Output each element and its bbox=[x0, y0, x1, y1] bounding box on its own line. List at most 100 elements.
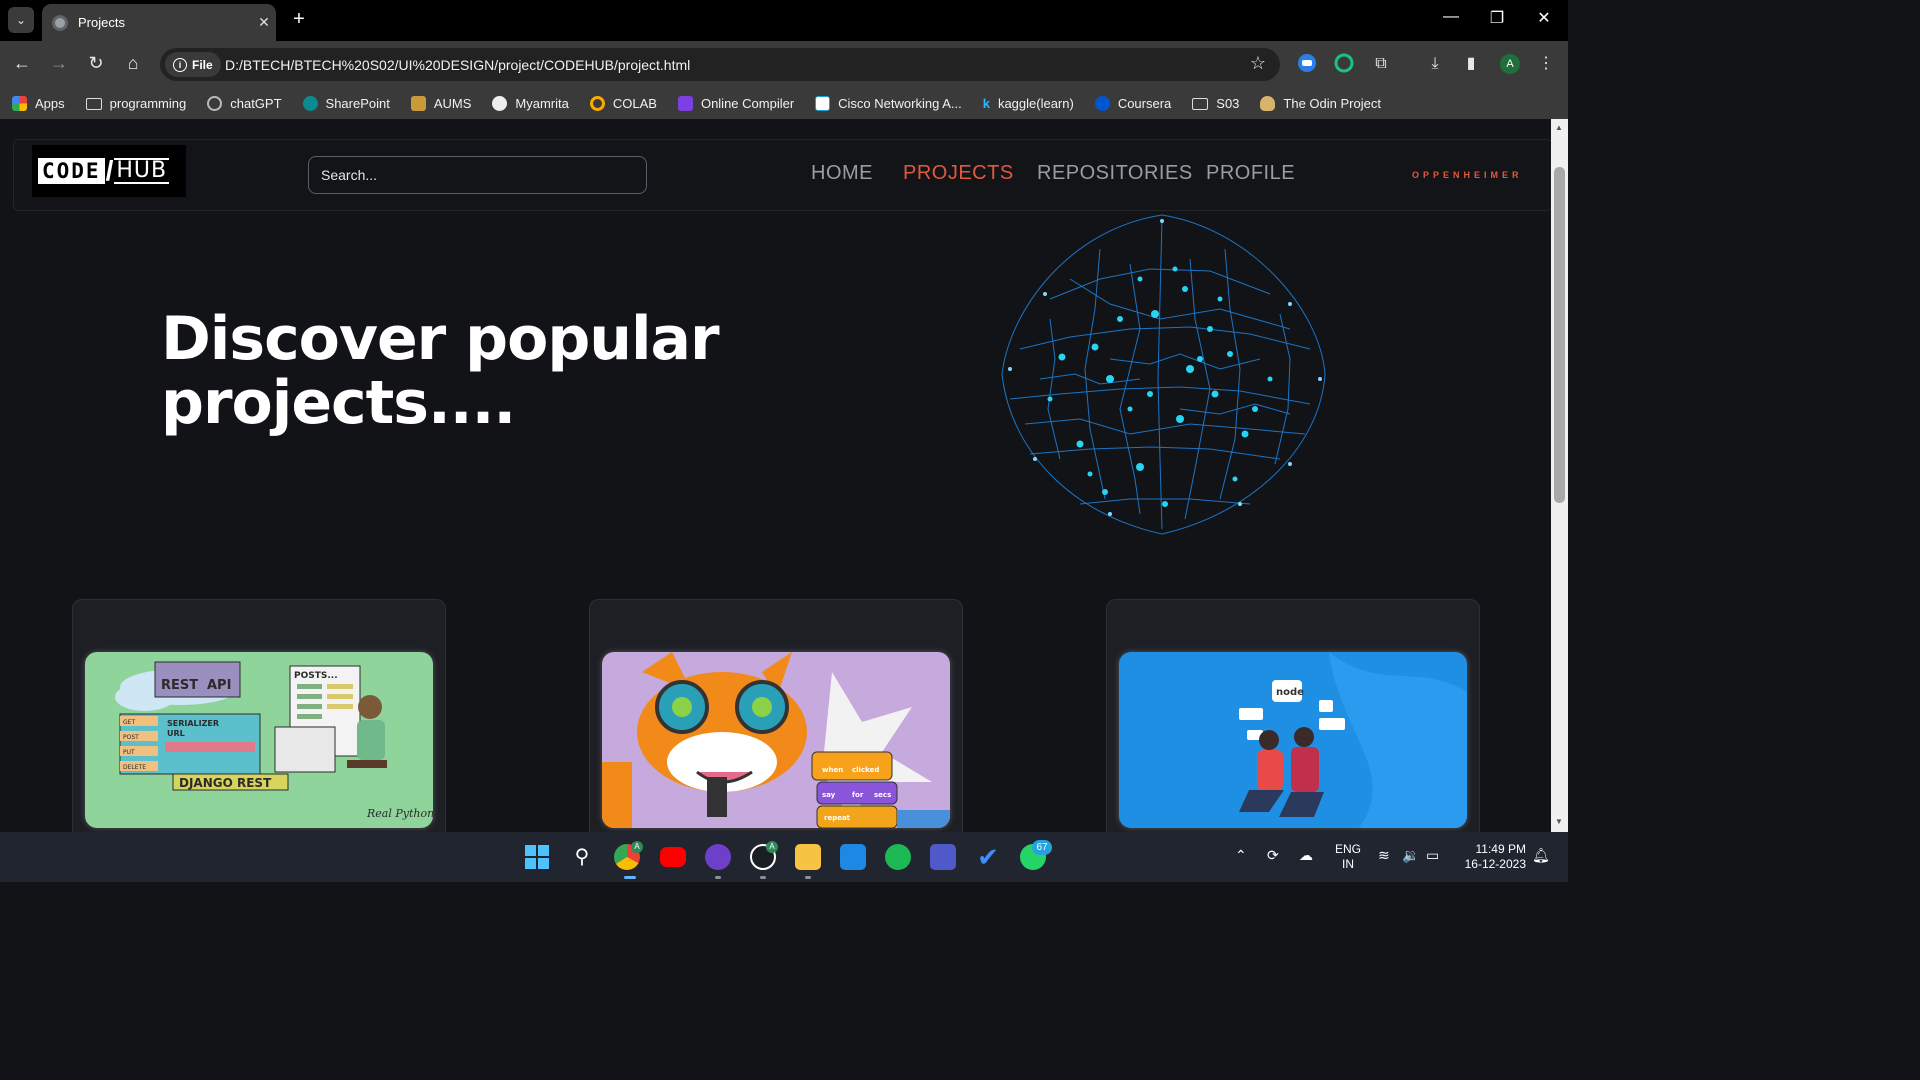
home-icon[interactable]: ⌂ bbox=[121, 53, 145, 74]
bookmark-label: Cisco Networking A... bbox=[838, 96, 962, 111]
logo-hub-text: HUB bbox=[114, 158, 170, 184]
clock[interactable]: 11:49 PM 16-12-2023 bbox=[1458, 842, 1526, 872]
scroll-thumb[interactable] bbox=[1554, 167, 1565, 503]
scratch-clicked-label: clicked bbox=[852, 766, 879, 774]
node-logo-label: node bbox=[1276, 687, 1304, 698]
nav-projects[interactable]: PROJECTS bbox=[903, 162, 1014, 185]
bookmark-kaggle[interactable]: k kaggle(learn) bbox=[983, 96, 1074, 111]
battery-icon[interactable]: ▭ bbox=[1426, 848, 1439, 863]
odin-icon bbox=[1260, 96, 1276, 111]
delete-label: DELETE bbox=[123, 764, 146, 771]
github-desktop-running-indicator bbox=[715, 876, 721, 879]
bookmark-label: kaggle(learn) bbox=[997, 96, 1074, 111]
bookmark-chatgpt[interactable]: chatGPT bbox=[207, 96, 282, 111]
tray-chevron-up-icon[interactable]: ⌃ bbox=[1235, 848, 1247, 863]
hero-line-2: projects.... bbox=[161, 368, 516, 438]
scratch-secs-label: secs bbox=[874, 791, 891, 799]
file-explorer-icon[interactable] bbox=[795, 844, 821, 870]
chatgpt-extension-icon[interactable] bbox=[1333, 53, 1355, 75]
restore-icon[interactable]: ❐ bbox=[1482, 8, 1512, 28]
bookmark-label: Apps bbox=[35, 96, 65, 111]
kaggle-icon: k bbox=[982, 96, 990, 111]
url-text[interactable]: D:/BTECH/BTECH%20S02/UI%20DESIGN/project… bbox=[225, 57, 690, 73]
bookmark-star-icon[interactable]: ☆ bbox=[1250, 53, 1266, 74]
aums-icon bbox=[410, 96, 426, 111]
whatsapp-badge: 67 bbox=[1032, 840, 1052, 855]
bookmark-online-compiler[interactable]: Online Compiler bbox=[677, 96, 795, 111]
post-label: POST bbox=[123, 734, 139, 741]
project-card-scratch[interactable]: when clicked say for secs repeat bbox=[589, 599, 963, 832]
bookmark-sharepoint[interactable]: SharePoint bbox=[302, 96, 390, 111]
bookmark-s03[interactable]: S03 bbox=[1192, 96, 1239, 111]
bookmark-label: The Odin Project bbox=[1283, 96, 1381, 111]
side-panel-icon[interactable]: ▮ bbox=[1460, 53, 1482, 75]
sync-icon[interactable]: ⟳ bbox=[1267, 848, 1279, 863]
bookmark-coursera[interactable]: Coursera bbox=[1094, 96, 1172, 111]
rest-label: REST bbox=[161, 678, 198, 693]
mail-icon[interactable] bbox=[840, 844, 866, 870]
address-bar[interactable]: i File D:/BTECH/BTECH%20S02/UI%20DESIGN/… bbox=[160, 48, 1280, 81]
bookmark-programming[interactable]: programming bbox=[85, 96, 186, 111]
tab-search-chevron-icon[interactable]: ⌄ bbox=[8, 7, 34, 33]
page-scrollbar[interactable]: ▲ ▼ bbox=[1551, 119, 1568, 832]
wifi-icon[interactable]: ≋ bbox=[1378, 848, 1390, 863]
bookmark-apps[interactable]: Apps bbox=[12, 96, 65, 111]
language-indicator[interactable]: ENG IN bbox=[1333, 842, 1363, 872]
brand-oppenheimer[interactable]: OPPENHEIMER bbox=[1412, 170, 1523, 180]
notification-bell-icon[interactable]: 🔔︎ bbox=[1532, 848, 1550, 863]
close-window-icon[interactable]: ✕ bbox=[1529, 8, 1559, 28]
file-explorer-running-indicator bbox=[805, 876, 811, 879]
bookmark-odin-project[interactable]: The Odin Project bbox=[1260, 96, 1381, 111]
profile-avatar[interactable]: A bbox=[1500, 54, 1520, 74]
todo-check-icon[interactable]: ✔ bbox=[975, 844, 1001, 870]
nav-repositories[interactable]: REPOSITORIES bbox=[1037, 162, 1193, 185]
download-icon[interactable]: ⤓ bbox=[1424, 53, 1446, 75]
bookmark-colab[interactable]: COLAB bbox=[589, 96, 657, 111]
project-card-nodejs[interactable]: node bbox=[1106, 599, 1480, 832]
youtube-icon[interactable] bbox=[660, 847, 686, 867]
github-desktop-icon[interactable] bbox=[705, 844, 731, 870]
search-icon[interactable]: ⚲ bbox=[569, 844, 595, 870]
coursera-icon bbox=[1094, 96, 1110, 111]
forward-arrow-icon[interactable]: → bbox=[47, 53, 71, 74]
volume-icon[interactable]: 🔉 bbox=[1402, 848, 1419, 863]
bookmark-cisco[interactable]: Cisco Networking A... bbox=[815, 96, 962, 111]
bookmark-label: Coursera bbox=[1117, 96, 1172, 111]
onedrive-cloud-icon[interactable]: ☁ bbox=[1299, 848, 1313, 863]
nodejs-illustration: node bbox=[1119, 652, 1467, 828]
django-rest-label: DJANGO REST bbox=[179, 776, 272, 790]
tab-close-icon[interactable]: ✕ bbox=[252, 14, 276, 31]
spotify-icon[interactable] bbox=[885, 844, 911, 870]
scroll-up-arrow-icon[interactable]: ▲ bbox=[1555, 123, 1563, 132]
codehub-logo[interactable]: CODE / HUB bbox=[32, 145, 186, 197]
date-label: 16-12-2023 bbox=[1464, 857, 1526, 871]
teams-icon[interactable] bbox=[930, 844, 956, 870]
github-running-indicator bbox=[760, 876, 766, 879]
extension-chat-icon[interactable] bbox=[1296, 53, 1318, 75]
back-arrow-icon[interactable]: ← bbox=[10, 53, 34, 74]
windows-start-icon[interactable] bbox=[524, 844, 550, 870]
scroll-down-arrow-icon[interactable]: ▼ bbox=[1555, 817, 1563, 826]
bookmark-label: SharePoint bbox=[325, 96, 390, 111]
github-profile-badge: A bbox=[766, 841, 778, 853]
bookmark-label: chatGPT bbox=[230, 96, 282, 111]
nav-home[interactable]: HOME bbox=[811, 162, 873, 185]
project-card-django[interactable]: REST API POSTS... GET POST PUT DELETE SE… bbox=[72, 599, 446, 832]
file-chip-label: File bbox=[192, 57, 213, 72]
tab-projects[interactable]: Projects ✕ bbox=[42, 4, 276, 41]
bookmark-myamrita[interactable]: Myamrita bbox=[492, 96, 569, 111]
menu-kebab-icon[interactable]: ⋮ bbox=[1535, 53, 1557, 75]
scratch-when-label: when bbox=[822, 766, 843, 774]
site-info-chip[interactable]: i File bbox=[165, 52, 221, 77]
reload-icon[interactable]: ↻ bbox=[84, 53, 108, 74]
bookmark-label: Online Compiler bbox=[700, 96, 795, 111]
bookmark-aums[interactable]: AUMS bbox=[410, 96, 471, 111]
new-tab-plus-icon[interactable]: + bbox=[288, 8, 310, 31]
minimize-icon[interactable]: — bbox=[1436, 8, 1466, 26]
api-label: API bbox=[207, 678, 231, 693]
search-input[interactable] bbox=[308, 156, 647, 194]
nav-profile[interactable]: PROFILE bbox=[1206, 162, 1295, 185]
extensions-puzzle-icon[interactable]: ⧉ bbox=[1370, 53, 1392, 75]
real-python-label: Real Python bbox=[366, 807, 433, 820]
scratch-cat-illustration: when clicked say for secs repeat bbox=[602, 652, 950, 828]
